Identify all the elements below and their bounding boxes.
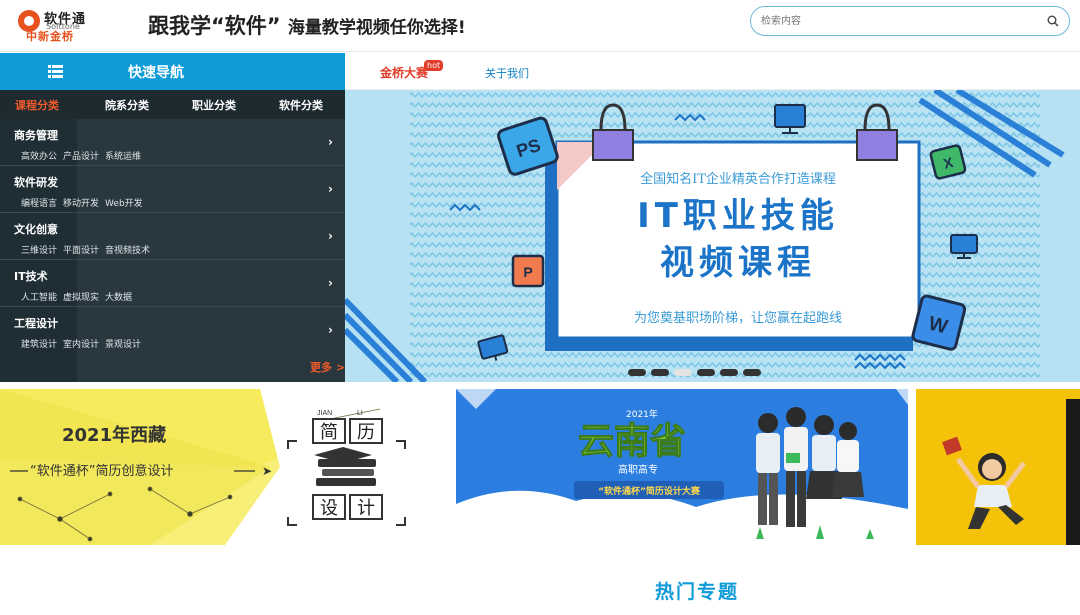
- promo-card-yunnan-resume[interactable]: 2021年 云南省 高职高专 “软件通杯”简历设计大赛: [456, 389, 908, 545]
- carousel-dot[interactable]: [651, 369, 669, 376]
- carousel-dot[interactable]: [628, 369, 646, 376]
- svg-text:历: 历: [357, 422, 375, 443]
- category-item-it-tech[interactable]: IT技术 人工智能 虚拟现实 大数据 ›: [0, 260, 345, 307]
- sub-link[interactable]: 移动开发: [63, 199, 99, 209]
- promo-card-graphic: 2021年 云南省 高职高专 “软件通杯”简历设计大赛: [456, 389, 908, 545]
- quick-nav-label: 快速导航: [128, 65, 184, 81]
- hot-topics-heading: 热门专题: [655, 581, 740, 603]
- search-input[interactable]: [761, 11, 1031, 31]
- card2-sub: 高职高专: [618, 463, 658, 476]
- more-categories-link[interactable]: 更多 >: [310, 359, 345, 375]
- sub-link[interactable]: 编程语言: [21, 199, 57, 209]
- site-slogan: 跟我学“软件” 海量教学视频任你选择!: [148, 10, 466, 40]
- promo-card-tibet-resume[interactable]: 2021年西藏 “软件通杯”简历创意设计 ➤ JIAN LI 简 历 设 计: [0, 389, 447, 545]
- card2-title: 云南省: [578, 420, 686, 462]
- search-icon[interactable]: [1047, 15, 1059, 27]
- site-header: 软件通 Softtone 中新金桥 跟我学“软件” 海量教学视频任你选择!: [0, 0, 1080, 52]
- sub-link[interactable]: 景观设计: [105, 340, 141, 350]
- promo-card-third[interactable]: [916, 389, 1080, 545]
- sub-link[interactable]: 人工智能: [21, 293, 57, 303]
- sub-link[interactable]: 系统运维: [105, 152, 141, 162]
- chevron-right-icon: ›: [328, 135, 333, 149]
- sub-link[interactable]: 高效办公: [21, 152, 57, 162]
- sub-link[interactable]: 音视频技术: [105, 246, 150, 256]
- logo-cn: 中新金桥: [26, 30, 74, 43]
- slogan-sub: 海量教学视频任你选择!: [287, 18, 466, 38]
- chevron-right-icon: ➤: [262, 464, 272, 478]
- chevron-right-icon: ›: [328, 276, 333, 290]
- category-panel: 课程分类 院系分类 职业分类 软件分类 商务管理 高效办公 产品设计 系统运维 › …: [0, 90, 345, 382]
- quick-nav-header[interactable]: 快速导航: [0, 53, 345, 90]
- category-title: IT技术: [14, 270, 48, 283]
- banner-bottom-line: 为您奠基职场阶梯，让您赢在起跑线: [634, 310, 842, 326]
- sub-link[interactable]: 平面设计: [63, 246, 99, 256]
- category-item-culture-creative[interactable]: 文化创意 三维设计 平面设计 音视频技术 ›: [0, 213, 345, 260]
- card1-subtitle: “软件通杯”简历创意设计: [30, 463, 173, 479]
- banner-title-line2: 视频课程: [660, 243, 816, 283]
- card2-ribbon: “软件通杯”简历设计大赛: [598, 485, 701, 497]
- svg-text:设: 设: [320, 498, 338, 519]
- carousel-dot-active[interactable]: [674, 369, 692, 376]
- excel-icon: X: [929, 144, 967, 180]
- banner-title-line1: IT职业技能: [637, 196, 839, 236]
- carousel-dot[interactable]: [743, 369, 761, 376]
- hero-banner-carousel[interactable]: 全国知名IT企业精英合作打造课程 IT职业技能 视频课程 为您奠基职场阶梯，让您…: [345, 90, 1080, 382]
- carousel-dot[interactable]: [720, 369, 738, 376]
- sub-link[interactable]: 大数据: [105, 293, 132, 303]
- sub-link[interactable]: 三维设计: [21, 246, 57, 256]
- category-subs: 人工智能 虚拟现实 大数据: [21, 290, 138, 303]
- tab-career-category[interactable]: 职业分类: [192, 97, 236, 113]
- search-box: [750, 6, 1070, 36]
- sub-link[interactable]: 虚拟现实: [63, 293, 99, 303]
- banner-top-line: 全国知名IT企业精英合作打造课程: [640, 171, 836, 187]
- sub-link[interactable]: 室内设计: [63, 340, 99, 350]
- card1-title: 2021年西藏: [62, 424, 166, 446]
- word-icon: W: [911, 294, 967, 351]
- category-item-software-dev[interactable]: 软件研发 编程语言 移动开发 Web开发 ›: [0, 166, 345, 213]
- chevron-right-icon: ›: [328, 323, 333, 337]
- category-title: 商务管理: [14, 129, 58, 142]
- tab-software-category[interactable]: 软件分类: [279, 97, 323, 113]
- nav-link-jinqiao-contest[interactable]: 金桥大赛: [380, 64, 428, 81]
- category-subs: 高效办公 产品设计 系统运维: [21, 149, 147, 162]
- category-title: 软件研发: [14, 176, 58, 189]
- svg-text:简: 简: [320, 422, 338, 443]
- nav-link-about-us[interactable]: 关于我们: [485, 65, 529, 81]
- svg-text:JIAN: JIAN: [317, 410, 332, 417]
- chevron-right-icon: ›: [328, 229, 333, 243]
- promo-card-graphic: [916, 389, 1080, 545]
- tab-department-category[interactable]: 院系分类: [105, 97, 149, 113]
- grid-menu-icon: [48, 65, 63, 78]
- category-tabs: 课程分类 院系分类 职业分类 软件分类: [0, 90, 345, 119]
- hot-badge: hot: [424, 60, 444, 71]
- tab-course-category[interactable]: 课程分类: [15, 97, 59, 113]
- promo-card-graphic: 2021年西藏 “软件通杯”简历创意设计 ➤ JIAN LI 简 历 设 计: [0, 389, 447, 545]
- card2-year: 2021年: [626, 408, 658, 420]
- svg-text:P: P: [523, 264, 532, 280]
- category-subs: 建筑设计 室内设计 景观设计: [21, 337, 147, 350]
- category-item-business[interactable]: 商务管理 高效办公 产品设计 系统运维 ›: [0, 119, 345, 166]
- sub-link[interactable]: Web开发: [105, 199, 143, 209]
- svg-text:计: 计: [357, 498, 375, 519]
- carousel-dot[interactable]: [697, 369, 715, 376]
- slogan-main: 跟我学“软件”: [148, 14, 281, 38]
- sub-link[interactable]: 产品设计: [63, 152, 99, 162]
- powerpoint-icon: P: [511, 254, 545, 288]
- chevron-right-icon: ›: [328, 182, 333, 196]
- category-subs: 三维设计 平面设计 音视频技术: [21, 243, 156, 256]
- sub-link[interactable]: 建筑设计: [21, 340, 57, 350]
- category-title: 文化创意: [14, 223, 58, 236]
- category-title: 工程设计: [14, 317, 58, 330]
- site-logo[interactable]: 软件通 Softtone 中新金桥: [18, 6, 100, 43]
- svg-text:LI: LI: [357, 410, 363, 417]
- category-item-engineering[interactable]: 工程设计 建筑设计 室内设计 景观设计 ›: [0, 307, 345, 354]
- category-subs: 编程语言 移动开发 Web开发: [21, 196, 149, 209]
